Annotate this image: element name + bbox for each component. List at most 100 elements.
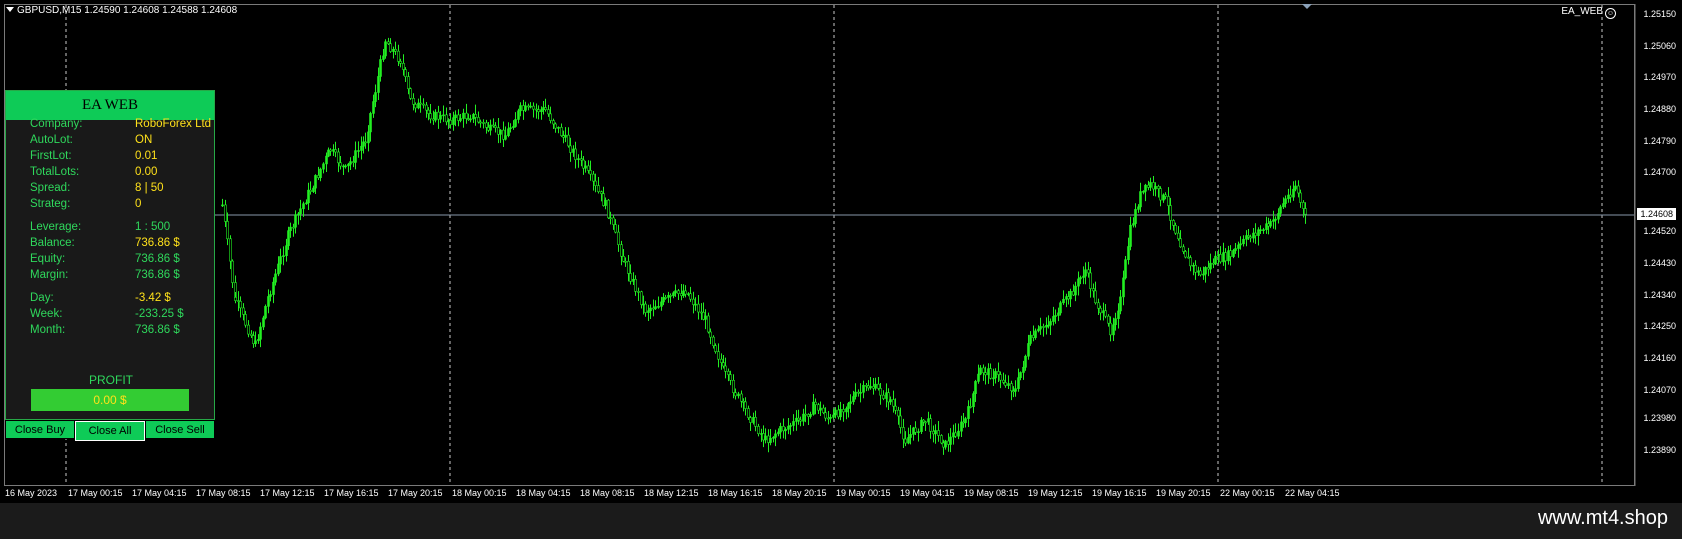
candle-body	[727, 371, 730, 375]
candle-body	[242, 307, 245, 315]
candle-body	[1249, 236, 1252, 239]
candle-body	[272, 281, 275, 295]
candle-body	[1177, 232, 1180, 240]
candle-body	[1224, 252, 1227, 262]
candle-body	[1202, 273, 1205, 276]
panel-row-label: Leverage:	[30, 221, 82, 233]
price-tick: 1.24520	[1643, 226, 1676, 236]
candle-body	[509, 127, 512, 130]
time-tick: 22 May 00:15	[1220, 488, 1275, 498]
candle-body	[314, 175, 317, 189]
current-price-label: 1.24608	[1637, 208, 1676, 220]
candle-body	[597, 185, 600, 193]
candle-body	[874, 383, 877, 389]
panel-row-value: -233.25 $	[135, 308, 184, 320]
candle-body	[507, 128, 510, 137]
candle-body	[1289, 194, 1292, 198]
candle-body	[822, 407, 825, 413]
profit-label: PROFIT	[89, 373, 133, 387]
candle-body	[367, 131, 370, 144]
candle-body	[672, 292, 675, 297]
candle-body	[1292, 188, 1295, 198]
candle-body	[552, 120, 555, 125]
candle-body	[1007, 383, 1010, 386]
candle-body	[547, 109, 550, 115]
candle-body	[419, 102, 422, 105]
candle-body	[259, 326, 262, 340]
candle-body	[337, 151, 340, 164]
candle-body	[285, 245, 288, 256]
price-tick: 1.25060	[1643, 41, 1676, 51]
candle-body	[414, 104, 417, 109]
panel-row: Balance: 736.86 $	[30, 237, 180, 249]
candle-body	[792, 421, 795, 426]
candle-body	[1124, 259, 1127, 279]
panel-row-value: 736.86 $	[135, 269, 180, 281]
candle-body	[899, 415, 902, 428]
candle-body	[377, 76, 380, 93]
time-tick: 18 May 04:15	[516, 488, 571, 498]
candle-body	[847, 403, 850, 409]
close-sell-button[interactable]: Close Sell	[145, 420, 215, 439]
candle-body	[1139, 191, 1142, 208]
panel-row: Margin: 736.86 $	[30, 269, 180, 281]
time-tick: 19 May 12:15	[1028, 488, 1083, 498]
candle-body	[1054, 315, 1057, 317]
candle-body	[1094, 290, 1097, 304]
candle-body	[1045, 324, 1048, 328]
candle-body	[279, 256, 282, 265]
candle-body	[852, 396, 855, 403]
candle-body	[929, 418, 932, 432]
time-tick: 19 May 16:15	[1092, 488, 1147, 498]
watermark: www.mt4.shop	[1537, 507, 1668, 529]
candle-body	[957, 430, 960, 437]
panel-row-value: ON	[135, 134, 153, 146]
candle-body	[584, 165, 587, 169]
candle-body	[379, 59, 382, 77]
candle-body	[594, 180, 597, 186]
time-tick: 18 May 20:15	[772, 488, 827, 498]
candle-body	[997, 371, 1000, 375]
panel-row-label: Balance:	[30, 237, 75, 249]
candle-body	[964, 418, 967, 424]
candle-body	[845, 408, 848, 413]
candle-body	[704, 315, 707, 320]
candle-body	[322, 163, 325, 170]
candle-body	[984, 372, 987, 376]
candle-body	[1194, 264, 1197, 273]
close-buy-button[interactable]: Close Buy	[5, 420, 75, 439]
candle-body	[709, 331, 712, 338]
panel-row-label: Day:	[30, 292, 54, 304]
candle-body	[1010, 383, 1013, 392]
candle-body	[769, 438, 772, 443]
panel-row-value: 1 : 500	[135, 221, 171, 233]
candle-body	[1132, 223, 1135, 226]
candle-body	[479, 121, 482, 124]
candle-body	[1274, 218, 1277, 221]
panel-row: Company: RoboForex Ltd	[30, 118, 211, 130]
candle-body	[612, 217, 615, 225]
candle-body	[564, 134, 567, 138]
candle-body	[902, 427, 905, 440]
candle-body	[1074, 285, 1077, 296]
candle-body	[904, 438, 907, 444]
dropdown-triangle-icon[interactable]	[6, 7, 14, 12]
candle-body	[1004, 382, 1007, 386]
candle-body	[465, 112, 468, 119]
candle-body	[344, 165, 347, 168]
candle-body	[1149, 182, 1152, 188]
candle-body	[1034, 330, 1037, 338]
candle-body	[740, 393, 743, 402]
candle-body	[1112, 324, 1115, 336]
candle-body	[1127, 246, 1130, 261]
candle-body	[294, 214, 297, 228]
price-tick: 1.24700	[1643, 167, 1676, 177]
panel-row: Week: -233.25 $	[30, 308, 184, 320]
candle-body	[1109, 322, 1112, 336]
candle-body	[302, 203, 305, 210]
candle-body	[1245, 235, 1248, 240]
candle-body	[262, 317, 265, 328]
panel-row-label: Spread:	[30, 182, 71, 194]
close-all-button[interactable]: Close All	[75, 421, 145, 441]
candle-body	[319, 168, 322, 179]
